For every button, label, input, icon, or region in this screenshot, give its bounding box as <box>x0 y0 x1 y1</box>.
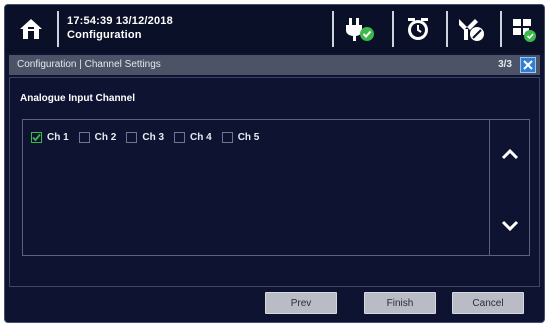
scroll-up-button[interactable] <box>498 144 522 164</box>
chevron-up-icon <box>501 148 519 160</box>
channel-checkbox-item[interactable]: Ch 3 <box>126 132 164 143</box>
tools-button[interactable] <box>453 13 489 45</box>
network-config-icon <box>513 19 536 42</box>
channel-label: Ch 1 <box>47 132 69 143</box>
power-status-button[interactable] <box>342 13 378 45</box>
network-config-button[interactable] <box>505 13 541 45</box>
channel-row: Ch 1 Ch 2 Ch 3 Ch 4 Ch 5 <box>31 132 259 143</box>
channel-checkbox[interactable] <box>78 132 90 143</box>
status-clock: 17:54:39 13/12/2018 Configuration <box>67 14 173 42</box>
channel-label: Ch 2 <box>94 132 117 143</box>
page-title: Configuration | Channel Settings <box>17 59 161 70</box>
close-button[interactable] <box>520 57 536 73</box>
home-icon <box>20 19 42 39</box>
channel-checkbox[interactable] <box>221 132 233 143</box>
alarm-clock-icon <box>408 18 428 40</box>
channel-label: Ch 3 <box>142 132 165 143</box>
channel-list: Ch 1 Ch 2 Ch 3 Ch 4 Ch 5 <box>22 119 490 256</box>
channel-label: Ch 4 <box>190 132 212 143</box>
channel-checkbox-item[interactable]: Ch 5 <box>221 132 260 143</box>
prev-button[interactable]: Prev <box>265 292 337 314</box>
scroll-down-button[interactable] <box>498 216 522 236</box>
header-divider <box>57 11 59 47</box>
close-icon <box>523 60 533 70</box>
page-indicator: 3/3 <box>498 59 512 70</box>
channel-checkbox-item[interactable]: Ch 4 <box>174 132 212 143</box>
mode-label: Configuration <box>67 29 142 41</box>
section-title: Analogue Input Channel <box>20 93 135 104</box>
header-divider <box>500 11 502 47</box>
channel-checkbox[interactable] <box>174 132 186 143</box>
checkmark-icon <box>32 133 41 142</box>
time-date: 17:54:39 13/12/2018 <box>67 15 173 27</box>
channel-checkbox[interactable] <box>126 132 138 143</box>
chevron-down-icon <box>501 220 519 232</box>
header-bar: 17:54:39 13/12/2018 Configuration <box>5 5 544 53</box>
channel-checkbox-item[interactable]: Ch 2 <box>78 132 117 143</box>
header-divider <box>392 11 394 47</box>
home-button[interactable] <box>13 12 49 46</box>
tools-disabled-icon <box>459 19 484 41</box>
header-divider <box>446 11 448 47</box>
power-plug-ok-icon <box>346 18 374 41</box>
finish-button[interactable]: Finish <box>364 292 436 314</box>
channel-label: Ch 5 <box>237 132 260 143</box>
header-divider <box>332 11 334 47</box>
title-bar: Configuration | Channel Settings 3/3 <box>9 55 540 75</box>
scroll-controls <box>490 119 530 256</box>
channel-checkbox[interactable] <box>31 132 42 143</box>
cancel-button[interactable]: Cancel <box>452 292 524 314</box>
channel-checkbox-item[interactable]: Ch 1 <box>31 132 69 143</box>
alarm-button[interactable] <box>400 13 436 45</box>
